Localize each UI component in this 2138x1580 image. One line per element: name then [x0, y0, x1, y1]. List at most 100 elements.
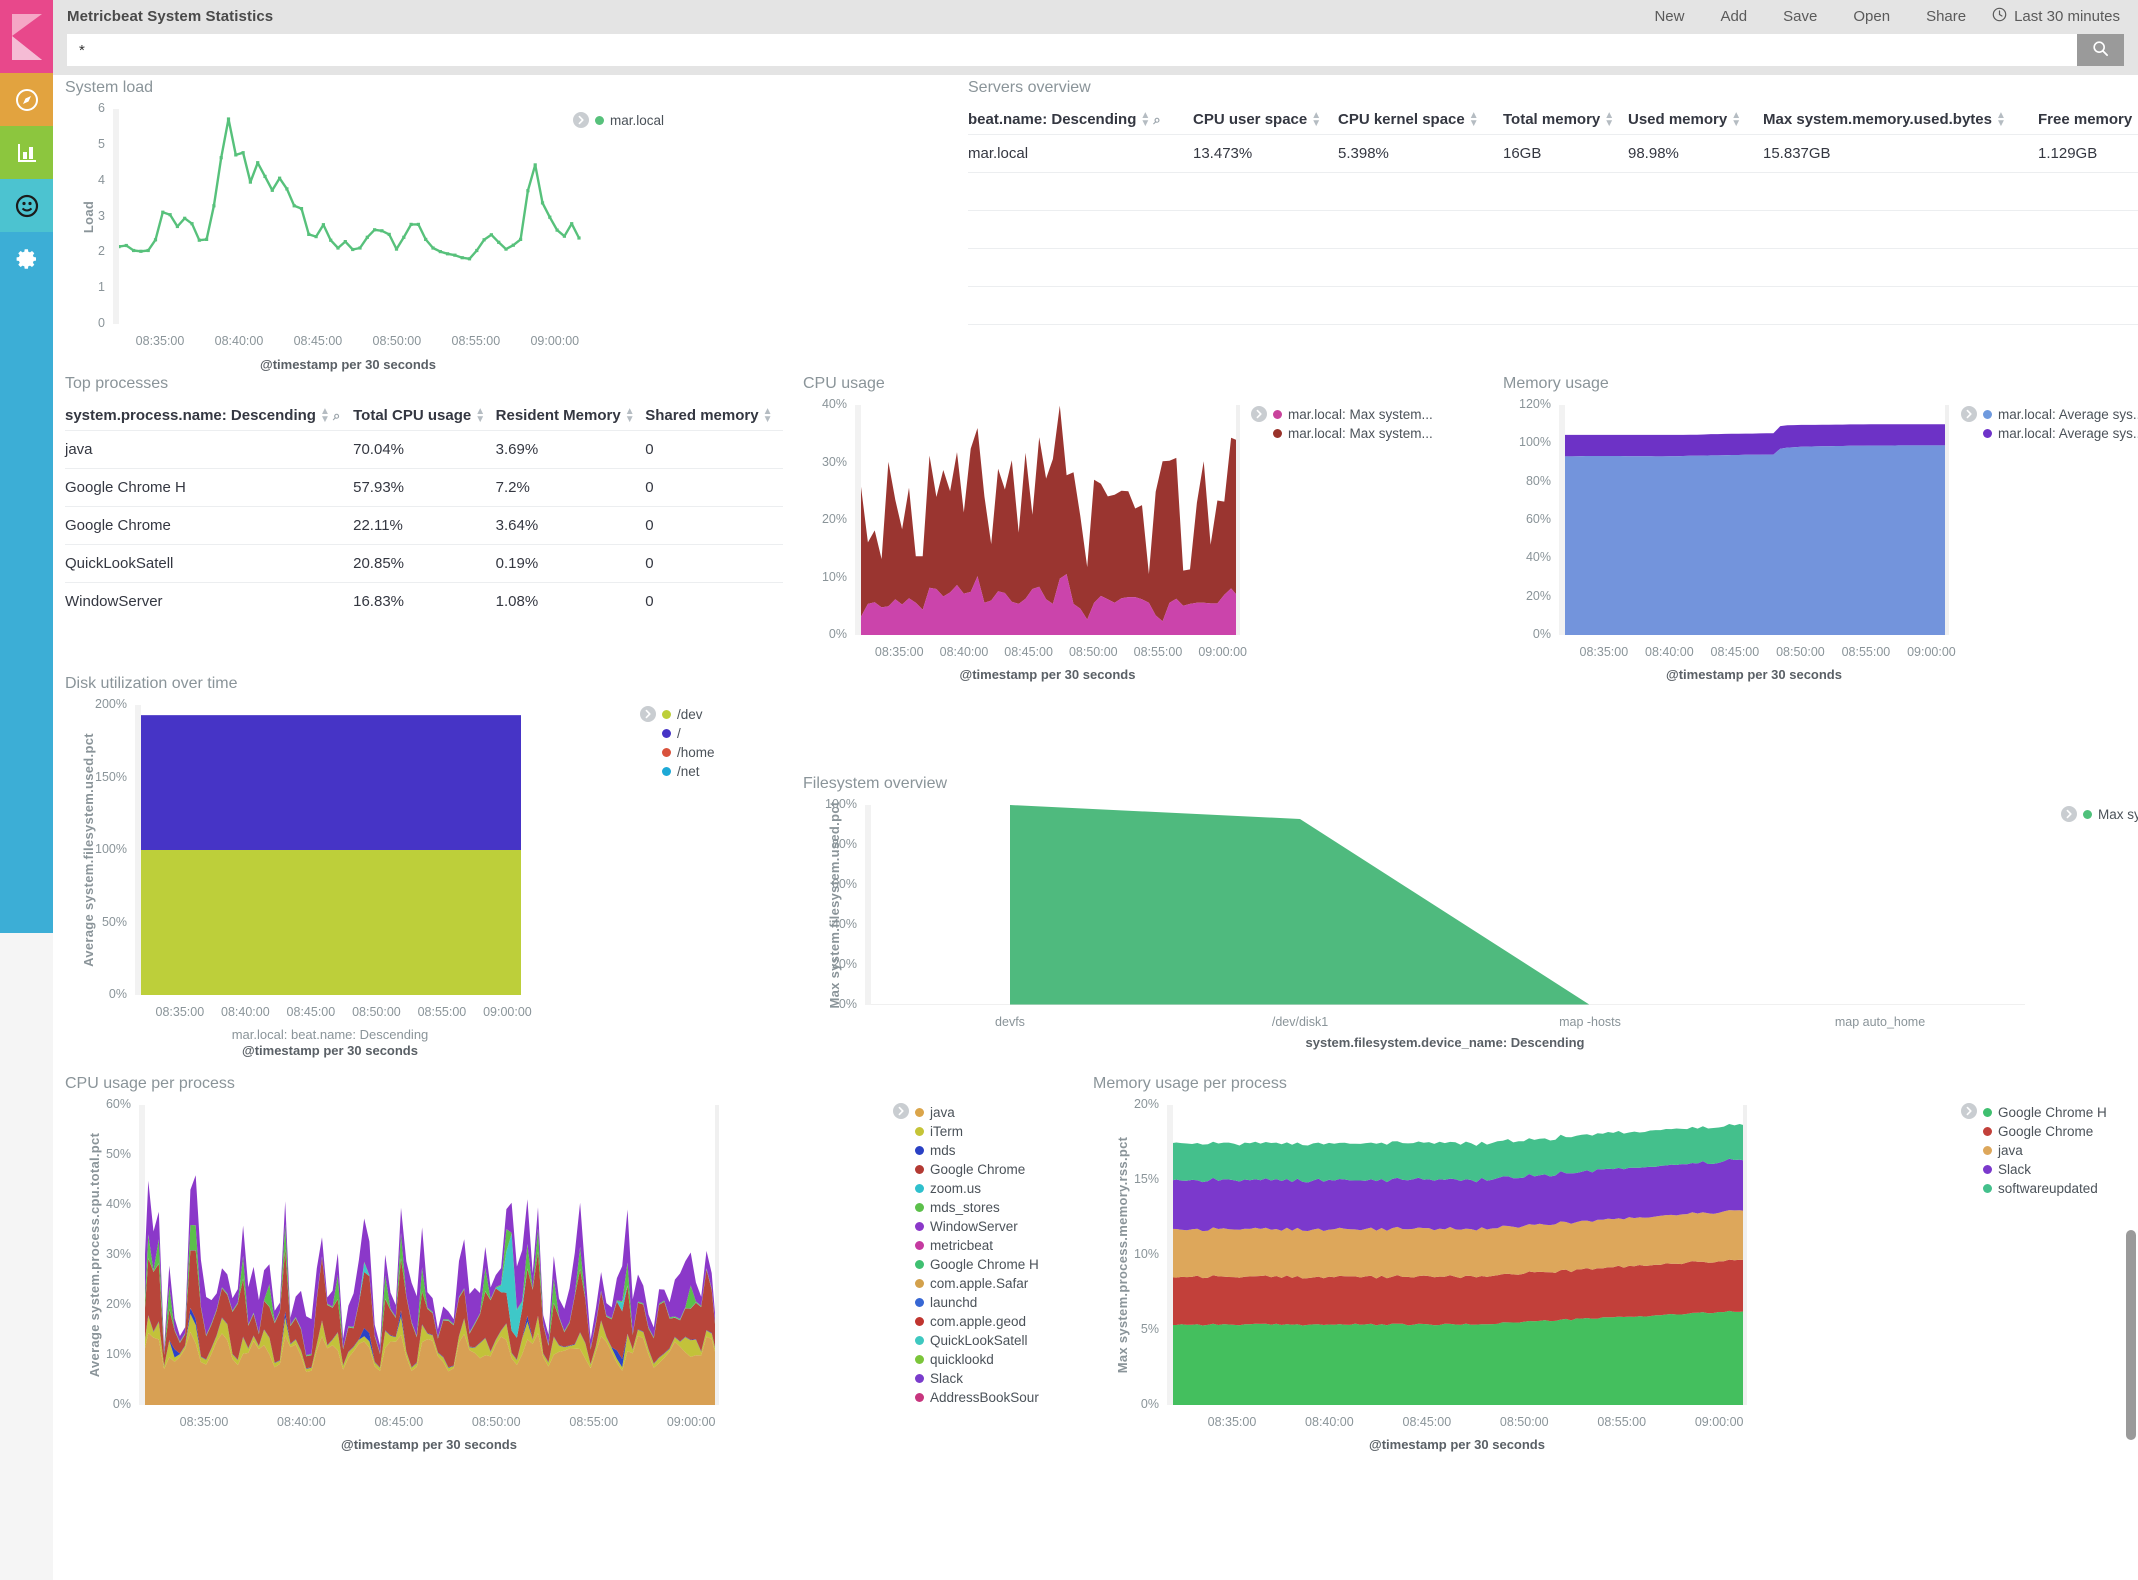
legend-item[interactable]: Google Chrome [1983, 1122, 2107, 1141]
search-icon[interactable]: ⌕ [333, 408, 340, 424]
nav-open[interactable]: Open [1835, 8, 1908, 25]
column-header-2[interactable]: Resident Memory ▲ ▼ [496, 401, 646, 431]
sort-icon[interactable]: ▲▼ [763, 407, 773, 425]
nav-share[interactable]: Share [1908, 8, 1984, 25]
legend-item[interactable]: mar.local: Max system... [1273, 405, 1433, 424]
legend-item[interactable]: com.apple.geod [915, 1312, 1039, 1331]
legend-item[interactable]: mar.local: Average sys... [1983, 405, 2138, 424]
legend-item[interactable]: Slack [915, 1369, 1039, 1388]
legend-item[interactable]: Max system.filesystem... [2083, 805, 2138, 824]
legend-item[interactable]: java [915, 1103, 1039, 1122]
x-axis-tick: 09:00:00 [666, 1415, 716, 1429]
plot-area[interactable] [113, 109, 583, 324]
legend-item[interactable]: / [662, 724, 715, 743]
table-row[interactable]: Google Chrome H 57.93% 7.2% 0 [65, 468, 783, 507]
column-header-6[interactable]: Free memory▲▼ [2038, 105, 2138, 135]
search-button[interactable] [2077, 34, 2124, 66]
legend-color-swatch [915, 1355, 924, 1364]
legend-collapse-toggle[interactable] [573, 112, 589, 128]
sidebar-item-management[interactable] [0, 232, 53, 285]
time-range-label: Last 30 minutes [2014, 8, 2120, 25]
panel-servers-overview: Servers overview beat.name: Descending ▲ ▼… [968, 79, 2138, 369]
legend-item[interactable]: /home [662, 743, 715, 762]
legend-item[interactable]: launchd [915, 1293, 1039, 1312]
table-row-empty [968, 248, 2138, 287]
nav-new[interactable]: New [1636, 8, 1702, 25]
nav-save[interactable]: Save [1765, 8, 1835, 25]
table-row-empty [968, 210, 2138, 249]
search-input[interactable] [67, 34, 2077, 66]
legend-collapse-toggle[interactable] [893, 1103, 909, 1119]
kibana-logo-icon[interactable] [0, 0, 53, 73]
vertical-scrollbar[interactable] [2126, 1230, 2136, 1440]
plot-area[interactable] [1559, 405, 1949, 635]
legend-item[interactable]: java [1983, 1141, 2107, 1160]
legend-item[interactable]: com.apple.Safar [915, 1274, 1039, 1293]
legend-item[interactable]: mar.local [595, 111, 664, 130]
column-header-1[interactable]: Total CPU usage ▲ ▼ [353, 401, 496, 431]
plot-area[interactable] [139, 1105, 719, 1405]
sort-icon[interactable]: ▲▼ [320, 407, 330, 425]
plot-area[interactable] [855, 405, 1240, 635]
legend-item[interactable]: Google Chrome H [1983, 1103, 2107, 1122]
search-icon[interactable]: ⌕ [1153, 112, 1160, 128]
x-axis-tick: 08:55:00 [451, 334, 501, 348]
sidebar-item-dashboard[interactable] [0, 179, 53, 232]
plot-area[interactable] [1167, 1105, 1747, 1405]
legend-item[interactable]: iTerm [915, 1122, 1039, 1141]
table-row[interactable]: WindowServer 16.83% 1.08% 0 [65, 582, 783, 621]
legend-item[interactable]: Google Chrome H [915, 1255, 1039, 1274]
sort-icon[interactable]: ▲▼ [475, 407, 485, 425]
column-header-3[interactable]: Shared memory ▲ ▼ [645, 401, 783, 431]
column-header-0[interactable]: system.process.name: Descending ▲ ▼ ⌕ [65, 401, 353, 431]
sort-icon[interactable]: ▲▼ [1469, 111, 1479, 129]
table-row[interactable]: QuickLookSatell 20.85% 0.19% 0 [65, 544, 783, 583]
legend-item[interactable]: mds_stores [915, 1198, 1039, 1217]
plot-area[interactable] [135, 705, 525, 995]
legend-item[interactable]: AddressBookSour [915, 1388, 1039, 1407]
legend-collapse-toggle[interactable] [1961, 1103, 1977, 1119]
panel-title-cpu-usage: CPU usage [803, 375, 885, 392]
table-row[interactable]: java 70.04% 3.69% 0 [65, 430, 783, 469]
legend-item[interactable]: mar.local: Max system... [1273, 424, 1433, 443]
nav-add[interactable]: Add [1702, 8, 1765, 25]
legend-item[interactable]: Slack [1983, 1160, 2107, 1179]
legend-item[interactable]: softwareupdated [1983, 1179, 2107, 1198]
legend-item[interactable]: mar.local: Average sys... [1983, 424, 2138, 443]
table-cell [1763, 248, 2038, 287]
legend-item[interactable]: zoom.us [915, 1179, 1039, 1198]
legend-item[interactable]: Google Chrome [915, 1160, 1039, 1179]
legend-collapse-toggle[interactable] [640, 706, 656, 722]
sort-icon[interactable]: ▲▼ [1311, 111, 1321, 129]
legend-item[interactable]: metricbeat [915, 1236, 1039, 1255]
legend-item[interactable]: /net [662, 762, 715, 781]
legend-item[interactable]: WindowServer [915, 1217, 1039, 1236]
column-header-5[interactable]: Max system.memory.used.bytes ▲ ▼ [1763, 105, 2038, 135]
column-header-4[interactable]: Used memory ▲ ▼ [1628, 105, 1763, 135]
legend-item[interactable]: QuickLookSatell [915, 1331, 1039, 1350]
legend-collapse-toggle[interactable] [1251, 406, 1267, 422]
column-header-3[interactable]: Total memory ▲ ▼ [1503, 105, 1628, 135]
legend-collapse-toggle[interactable] [1961, 406, 1977, 422]
table-row[interactable]: Google Chrome 22.11% 3.64% 0 [65, 506, 783, 545]
sidebar-item-visualize[interactable] [0, 126, 53, 179]
legend-item[interactable]: /dev [662, 705, 715, 724]
sort-icon[interactable]: ▲▼ [1731, 111, 1741, 129]
sort-icon[interactable]: ▲▼ [1996, 111, 2006, 129]
table-cell: 16GB [1503, 134, 1628, 173]
legend-item[interactable]: mds [915, 1141, 1039, 1160]
sort-icon[interactable]: ▲▼ [1140, 111, 1150, 129]
sidebar-item-discover[interactable] [0, 73, 53, 126]
column-header-0[interactable]: beat.name: Descending ▲ ▼ ⌕ [968, 105, 1193, 135]
column-header-1[interactable]: CPU user space ▲ ▼ [1193, 105, 1338, 135]
table-row[interactable]: mar.local 13.473% 5.398% 16GB 98.98% 15.837GB… [968, 134, 2138, 173]
x-axis-tick: 08:40:00 [939, 645, 989, 659]
legend-collapse-toggle[interactable] [2061, 806, 2077, 822]
sort-icon[interactable]: ▲▼ [1604, 111, 1614, 129]
sort-icon[interactable]: ▲▼ [625, 407, 635, 425]
legend-item[interactable]: quicklookd [915, 1350, 1039, 1369]
column-header-2[interactable]: CPU kernel space ▲ ▼ [1338, 105, 1503, 135]
plot-edge-band [113, 109, 119, 324]
plot-area[interactable] [865, 805, 2025, 1005]
time-range-picker[interactable]: Last 30 minutes [1984, 7, 2120, 26]
